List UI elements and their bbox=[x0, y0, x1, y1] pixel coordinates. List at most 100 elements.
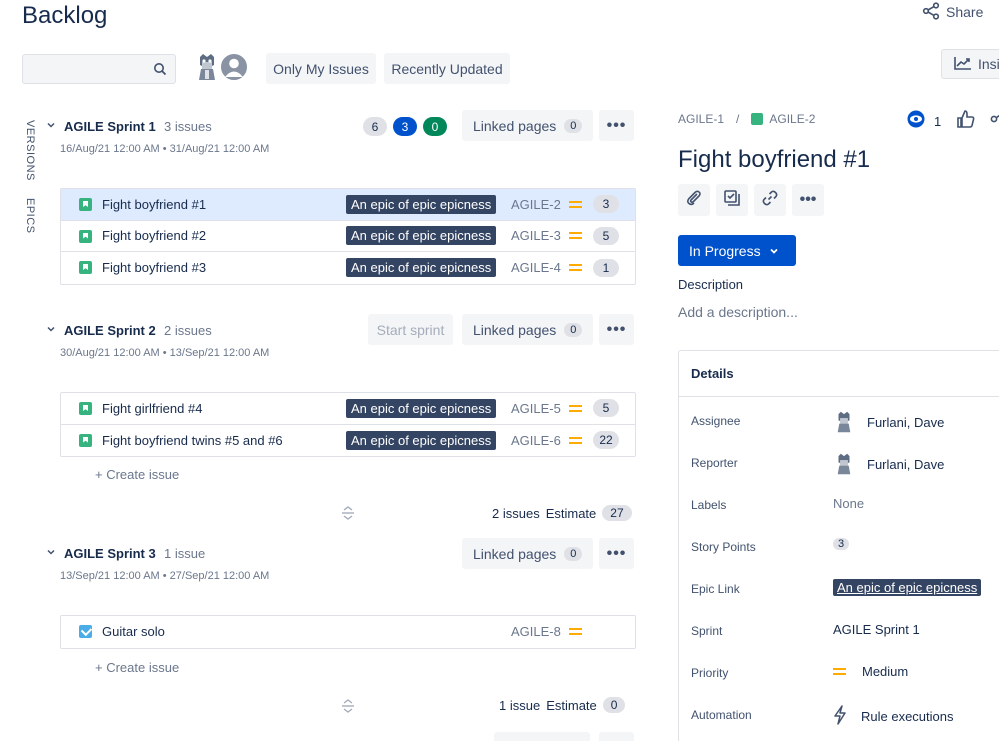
collapse-chevron-icon[interactable] bbox=[46, 547, 56, 560]
sprint-name[interactable]: AGILE Sprint 3 bbox=[64, 546, 156, 561]
drag-handle-icon[interactable] bbox=[340, 698, 356, 717]
assignee-field[interactable]: Furlani, Dave bbox=[833, 411, 944, 433]
issue-row[interactable]: Fight boyfriend #1 An epic of epic epicn… bbox=[61, 189, 635, 221]
drag-handle-icon[interactable] bbox=[340, 505, 356, 524]
sprint-4-more-partial[interactable] bbox=[599, 732, 634, 741]
sprint-value[interactable]: AGILE Sprint 1 bbox=[833, 622, 920, 637]
epic-lozenge[interactable]: An epic of epic epicness bbox=[346, 194, 497, 214]
sprint-4-button-partial[interactable] bbox=[494, 732, 590, 741]
more-actions-button[interactable]: ••• bbox=[792, 184, 824, 216]
priority-medium-icon bbox=[569, 402, 582, 415]
story-icon bbox=[79, 198, 92, 211]
chevron-down-icon bbox=[769, 243, 779, 259]
sprint-footer: 2 issues Estimate 27 bbox=[492, 505, 632, 521]
collapse-chevron-icon[interactable] bbox=[46, 324, 56, 337]
story-icon bbox=[79, 402, 92, 415]
epic-link-value[interactable]: An epic of epic epicness bbox=[833, 579, 982, 596]
page-title: Backlog bbox=[22, 2, 108, 29]
issue-summary: Guitar solo bbox=[102, 624, 165, 640]
automation-value: Rule executions bbox=[861, 709, 954, 724]
estimate-badge: 1 bbox=[593, 258, 619, 277]
epic-lozenge[interactable]: An epic of epic epicness bbox=[346, 258, 497, 278]
only-my-issues-filter[interactable]: Only My Issues bbox=[266, 53, 376, 84]
status-label: In Progress bbox=[689, 242, 761, 259]
epics-tab[interactable]: EPICS bbox=[24, 198, 36, 234]
linked-pages-button[interactable]: Linked pages 0 bbox=[462, 314, 594, 345]
footer-estimate-total: 0 bbox=[602, 697, 626, 713]
breadcrumb-parent[interactable]: AGILE-1 bbox=[678, 112, 724, 126]
assignee-value: Furlani, Dave bbox=[867, 414, 945, 430]
link-issue-button[interactable] bbox=[754, 184, 786, 216]
priority-medium-icon bbox=[569, 198, 582, 211]
issue-title[interactable]: Fight boyfriend #1 bbox=[678, 146, 870, 174]
sprint-name[interactable]: AGILE Sprint 2 bbox=[64, 323, 156, 338]
avatar-unassigned[interactable] bbox=[219, 52, 249, 82]
insights-button[interactable]: Insi bbox=[941, 49, 999, 79]
issue-row[interactable]: Guitar solo AGILE-8 bbox=[61, 616, 635, 648]
versions-tab[interactable]: VERSIONS bbox=[24, 120, 36, 181]
footer-estimate-label: Estimate bbox=[545, 505, 597, 521]
issue-row[interactable]: Fight boyfriend #3 An epic of epic epicn… bbox=[61, 252, 635, 284]
more-actions-button[interactable]: ••• bbox=[599, 538, 634, 569]
footer-estimate-total: 27 bbox=[602, 505, 632, 521]
issue-key[interactable]: AGILE-3 bbox=[511, 228, 561, 243]
avatar-dave[interactable] bbox=[192, 52, 222, 82]
issue-row[interactable]: Fight boyfriend twins #5 and #6 An epic … bbox=[61, 425, 635, 457]
reporter-label: Reporter bbox=[691, 456, 738, 470]
details-heading[interactable]: Details bbox=[679, 351, 999, 397]
recently-updated-filter[interactable]: Recently Updated bbox=[384, 53, 510, 84]
issue-row[interactable]: Fight girlfriend #4 An epic of epic epic… bbox=[61, 393, 635, 425]
story-icon bbox=[79, 229, 92, 243]
sprint-issue-count: 1 issue bbox=[164, 546, 206, 561]
create-issue-button[interactable]: + Create issue bbox=[95, 467, 179, 482]
linked-pages-button[interactable]: Linked pages 0 bbox=[462, 110, 594, 141]
trend-icon bbox=[954, 56, 972, 73]
breadcrumb: AGILE-1 / AGILE-2 bbox=[678, 112, 815, 126]
watch-button[interactable]: 1 bbox=[906, 110, 941, 133]
linked-pages-button[interactable]: Linked pages 0 bbox=[462, 538, 594, 569]
sprint-name[interactable]: AGILE Sprint 1 bbox=[64, 119, 156, 134]
story-icon bbox=[79, 433, 92, 447]
create-issue-button[interactable]: + Create issue bbox=[95, 660, 179, 675]
issue-key[interactable]: AGILE-6 bbox=[511, 433, 561, 448]
labels-value[interactable]: None bbox=[833, 496, 864, 511]
more-actions-button[interactable]: ••• bbox=[599, 314, 634, 345]
sprint-issue-count: 3 issues bbox=[164, 119, 212, 134]
assignee-label: Assignee bbox=[691, 414, 741, 428]
status-dropdown[interactable]: In Progress bbox=[678, 235, 796, 266]
epic-lozenge[interactable]: An epic of epic epicness bbox=[346, 226, 497, 246]
story-points-field[interactable]: 3 bbox=[833, 538, 850, 550]
sprint-issue-list: Fight girlfriend #4 An epic of epic epic… bbox=[60, 392, 636, 457]
issue-key[interactable]: AGILE-5 bbox=[511, 401, 561, 416]
breadcrumb-current[interactable]: AGILE-2 bbox=[769, 112, 815, 126]
issue-row[interactable]: Fight boyfriend #2 An epic of epic epicn… bbox=[61, 221, 635, 252]
labels-label: Labels bbox=[691, 498, 727, 512]
more-actions-button[interactable]: ••• bbox=[599, 110, 634, 141]
sprint-issue-count: 2 issues bbox=[164, 323, 212, 338]
details-panel: Details Assignee Furlani, Dave Reporter … bbox=[678, 350, 999, 741]
automation-field[interactable]: Rule executions bbox=[833, 705, 954, 728]
priority-field[interactable]: Medium bbox=[833, 664, 908, 679]
child-issue-button[interactable] bbox=[716, 184, 748, 216]
estimate-badge: 5 bbox=[593, 399, 619, 418]
issue-key[interactable]: AGILE-4 bbox=[511, 260, 561, 275]
linked-pages-count: 0 bbox=[564, 118, 583, 133]
issue-key[interactable]: AGILE-8 bbox=[511, 624, 561, 639]
start-sprint-button[interactable]: Start sprint bbox=[368, 314, 453, 345]
sprint-footer: 1 issue Estimate 0 bbox=[499, 697, 626, 713]
collapse-chevron-icon[interactable] bbox=[46, 120, 56, 133]
epic-lozenge[interactable]: An epic of epic epicness bbox=[346, 430, 497, 450]
share-button[interactable]: Share bbox=[922, 0, 983, 24]
thumbs-up-icon[interactable] bbox=[956, 109, 976, 134]
issue-key[interactable]: AGILE-2 bbox=[511, 197, 561, 212]
description-label: Description bbox=[678, 277, 744, 292]
attach-button[interactable] bbox=[678, 184, 710, 216]
search-input[interactable] bbox=[22, 54, 176, 84]
footer-issue-count: 2 issues bbox=[492, 505, 540, 521]
epic-link-field[interactable]: An epic of epic epicness bbox=[833, 579, 982, 596]
share-icon[interactable] bbox=[988, 110, 999, 133]
issue-summary: Fight girlfriend #4 bbox=[102, 400, 203, 416]
description-input[interactable]: Add a description... bbox=[678, 304, 798, 320]
epic-lozenge[interactable]: An epic of epic epicness bbox=[346, 398, 497, 418]
reporter-field[interactable]: Furlani, Dave bbox=[833, 453, 944, 475]
